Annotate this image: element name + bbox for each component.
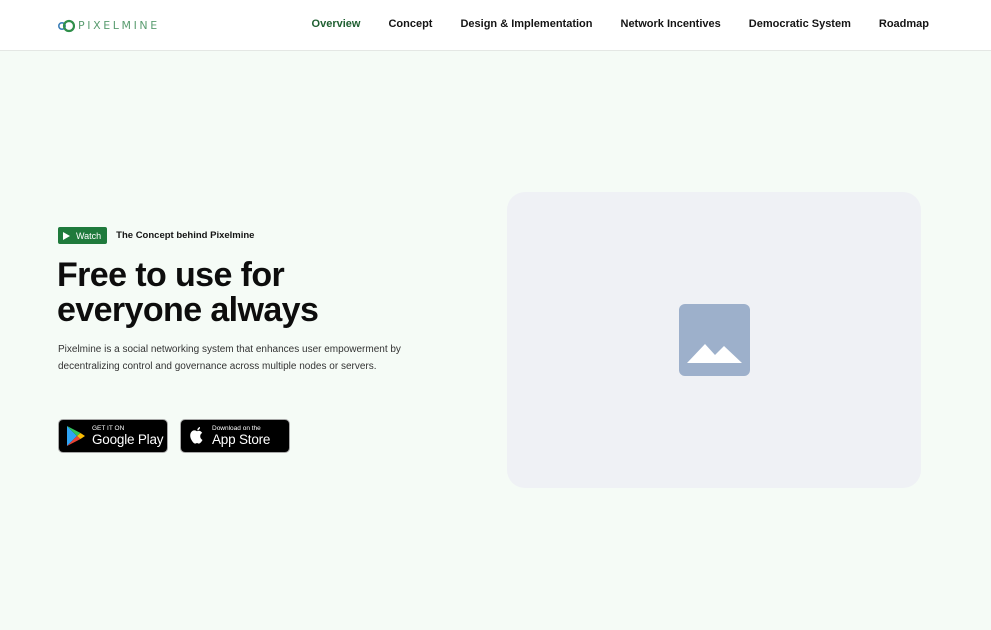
- nav-roadmap[interactable]: Roadmap: [879, 18, 929, 30]
- app-store-small-text: Download on the: [212, 425, 261, 432]
- watch-caption: The Concept behind Pixelmine: [116, 230, 255, 241]
- site-header: PIXELMINE Overview Concept Design & Impl…: [0, 0, 991, 51]
- watch-label: Watch: [76, 230, 102, 241]
- media-placeholder: [507, 192, 921, 488]
- app-store-button[interactable]: Download on the App Store: [180, 419, 290, 453]
- hero-description: Pixelmine is a social networking system …: [58, 344, 401, 372]
- nav-overview[interactable]: Overview: [312, 18, 361, 30]
- nav-democratic-system[interactable]: Democratic System: [749, 18, 851, 30]
- google-play-button[interactable]: GET IT ON Google Play: [58, 419, 168, 453]
- hero-title: Free to use for everyone always: [57, 258, 417, 328]
- nav-design-implementation[interactable]: Design & Implementation: [460, 18, 592, 30]
- app-store-text: Download on the App Store: [212, 425, 270, 447]
- hero-title-line-1: Free to use for: [57, 256, 285, 294]
- pixelmine-logo-icon: [58, 19, 75, 32]
- app-store-big-text: App Store: [212, 432, 271, 447]
- watch-row: Watch The Concept behind Pixelmine: [58, 227, 254, 244]
- nav-concept[interactable]: Concept: [388, 18, 432, 30]
- play-icon: [63, 231, 70, 240]
- hero-title-line-2: everyone always: [57, 291, 319, 329]
- google-play-text: GET IT ON Google Play: [92, 425, 164, 447]
- logo[interactable]: PIXELMINE: [58, 17, 160, 34]
- google-play-big-text: Google Play: [92, 432, 164, 447]
- google-play-small-text: GET IT ON: [92, 425, 125, 432]
- logo-text: PIXELMINE: [78, 19, 160, 32]
- nav-network-incentives[interactable]: Network Incentives: [621, 18, 721, 30]
- apple-icon: [190, 427, 203, 444]
- watch-button[interactable]: Watch: [58, 227, 108, 244]
- image-placeholder-icon: [679, 304, 750, 376]
- google-play-icon: [67, 426, 85, 446]
- main-nav: Overview Concept Design & Implementation…: [284, 18, 929, 30]
